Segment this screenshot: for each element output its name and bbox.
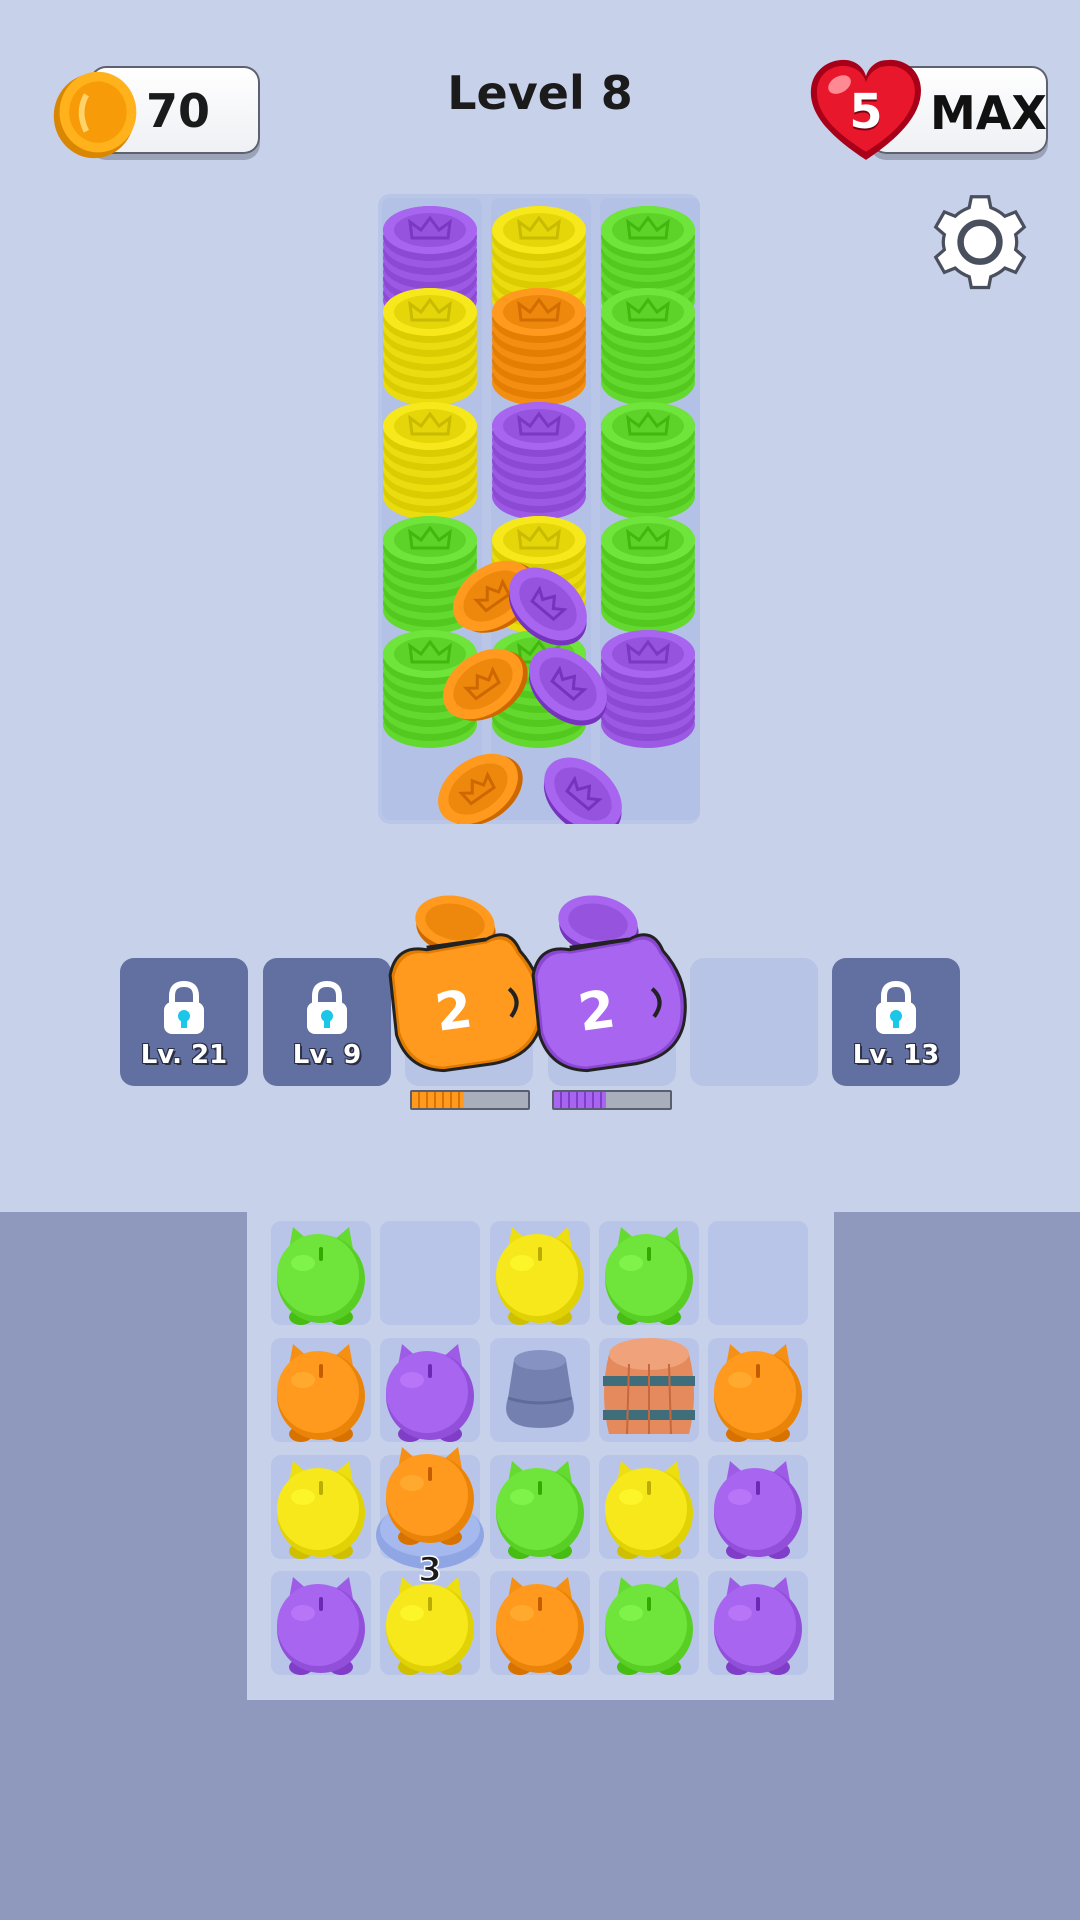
pedestal-count: 3 xyxy=(418,1550,442,1590)
green-piggy-bank xyxy=(277,1227,365,1325)
yellow-piggy-bank xyxy=(386,1577,474,1675)
orange-piggy-bank xyxy=(277,1344,365,1442)
pig-grid: 3 xyxy=(277,1227,802,1675)
gold-coin-icon xyxy=(53,71,137,159)
yellow-coin-stack xyxy=(383,288,477,406)
padlock-icon xyxy=(307,980,347,1034)
gear-icon[interactable] xyxy=(926,186,1034,294)
orange-piggy-bank xyxy=(714,1344,802,1442)
orange-piggy-bank xyxy=(386,1447,474,1545)
orange-piggy-bank xyxy=(496,1577,584,1675)
purple-pig-body: 2 xyxy=(531,933,687,1073)
lives-status: MAX xyxy=(930,86,1047,140)
orange-progress-bar xyxy=(410,1090,530,1110)
slot-empty[interactable] xyxy=(690,958,818,1086)
slot-lock-label: Lv. 21 xyxy=(140,1040,228,1070)
green-coin-stack xyxy=(601,402,695,520)
green-coin-stack xyxy=(601,288,695,406)
coin-count: 70 xyxy=(146,84,211,138)
yellow-piggy-bank xyxy=(605,1461,693,1559)
orange-progress-fill xyxy=(412,1092,465,1108)
purple-coin-stack xyxy=(601,630,695,748)
lives-count: 5 xyxy=(849,84,883,140)
slot-lock-label: Lv. 13 xyxy=(852,1040,940,1070)
yellow-piggy-bank xyxy=(496,1227,584,1325)
purple-progress-fill xyxy=(554,1092,607,1108)
yellow-coin-stack xyxy=(383,402,477,520)
padlock-icon xyxy=(164,980,204,1034)
hidden-pig-pot xyxy=(506,1350,574,1428)
padlock-icon xyxy=(876,980,916,1034)
slot-locked-lv21[interactable]: Lv. 21 xyxy=(120,958,248,1086)
green-piggy-bank xyxy=(605,1227,693,1325)
purple-piggy-bank: 2 xyxy=(531,895,687,1073)
coin-tray xyxy=(378,194,700,824)
purple-piggy-bank xyxy=(386,1344,474,1442)
green-piggy-bank xyxy=(605,1577,693,1675)
purple-progress-bar xyxy=(552,1090,672,1110)
orange-pig-body: 2 xyxy=(388,933,544,1073)
slot-locked-lv9[interactable]: Lv. 9 xyxy=(263,958,391,1086)
yellow-piggy-bank xyxy=(277,1461,365,1559)
purple-piggy-bank xyxy=(714,1577,802,1675)
barrel-obstacle xyxy=(603,1338,695,1435)
level-title: Level 8 xyxy=(447,66,633,120)
purple-piggy-bank xyxy=(277,1577,365,1675)
purple-piggy-bank xyxy=(714,1461,802,1559)
purple-coin-stack xyxy=(492,402,586,520)
slot-lock-label: Lv. 9 xyxy=(292,1040,362,1070)
green-coin-stack xyxy=(601,516,695,634)
orange-coin-stack xyxy=(492,288,586,406)
slot-locked-lv13[interactable]: Lv. 13 xyxy=(832,958,960,1086)
green-piggy-bank xyxy=(496,1461,584,1559)
